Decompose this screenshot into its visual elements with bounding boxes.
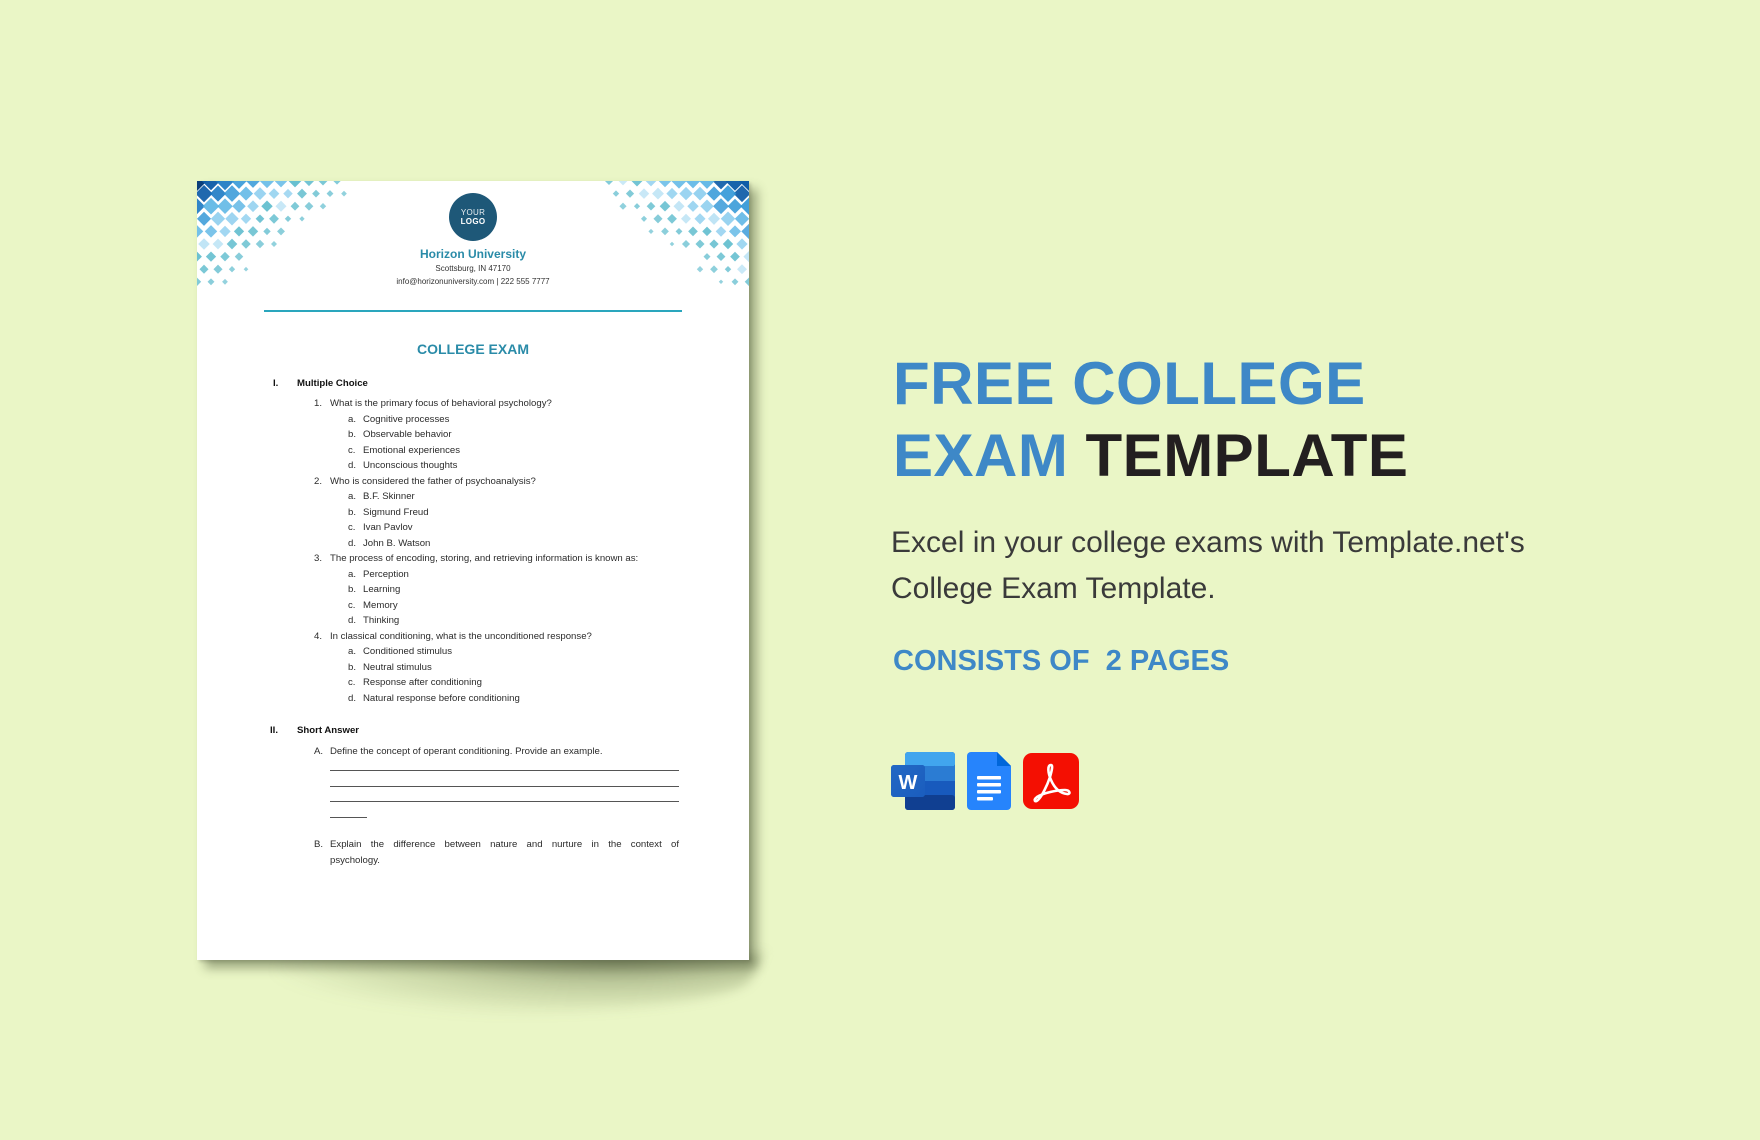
question-number: 1.: [314, 398, 323, 409]
word-icon[interactable]: W: [891, 752, 955, 810]
word-icon-letter: W: [899, 772, 918, 794]
option-letter: d.: [348, 615, 357, 626]
google-docs-icon[interactable]: [967, 752, 1011, 810]
option-text: Observable behavior: [363, 429, 452, 440]
option-letter: b.: [348, 584, 357, 595]
option-letter: d.: [348, 693, 357, 704]
option-text: Response after conditioning: [363, 677, 482, 688]
section-numeral: I.: [273, 378, 279, 389]
option-letter: a.: [348, 646, 357, 657]
answer-line[interactable]: [330, 801, 679, 802]
hero-title: FREE COLLEGE EXAM TEMPLATE: [893, 348, 1408, 492]
hero-description: Excel in your college exams with Templat…: [891, 520, 1651, 612]
paper-cast-shadow: [259, 955, 761, 1015]
question-text-continued: psychology.: [330, 855, 380, 866]
answer-line[interactable]: [330, 817, 367, 818]
exam-body: I. Multiple Choice 1. What is the primar…: [197, 181, 749, 960]
option-text: Learning: [363, 584, 401, 595]
option-letter: c.: [348, 445, 356, 456]
question-number: B.: [314, 839, 324, 850]
option-text: John B. Watson: [363, 538, 431, 549]
option-text: Memory: [363, 600, 398, 611]
option-letter: a.: [348, 569, 357, 580]
option-text: Natural response before conditioning: [363, 693, 520, 704]
question-text: Define the concept of operant conditioni…: [330, 746, 603, 757]
section-title: Short Answer: [297, 725, 360, 736]
option-letter: c.: [348, 600, 356, 611]
option-letter: c.: [348, 522, 356, 533]
hero-title-dark: TEMPLATE: [1085, 422, 1409, 489]
question-text: What is the primary focus of behavioral …: [330, 398, 552, 409]
hero-title-blue-2: EXAM: [893, 422, 1069, 489]
option-letter: b.: [348, 662, 357, 673]
option-text: Neutral stimulus: [363, 662, 432, 673]
option-text: Sigmund Freud: [363, 507, 429, 518]
question-number: A.: [314, 746, 324, 757]
option-letter: b.: [348, 507, 357, 518]
option-text: Ivan Pavlov: [363, 522, 413, 533]
option-text: Thinking: [363, 615, 400, 626]
option-letter: a.: [348, 414, 357, 425]
question-text: The process of encoding, storing, and re…: [330, 553, 639, 564]
question-number: 2.: [314, 476, 323, 487]
pdf-icon[interactable]: [1023, 753, 1079, 809]
section-title: Multiple Choice: [297, 378, 368, 389]
hero-description-line-2: College Exam Template.: [891, 572, 1216, 605]
question-number: 3.: [314, 553, 323, 564]
option-text: Conditioned stimulus: [363, 646, 453, 657]
hero-description-line-1: Excel in your college exams with Templat…: [891, 526, 1525, 559]
hero-title-blue-1: FREE COLLEGE: [893, 350, 1366, 417]
option-text: Unconscious thoughts: [363, 460, 458, 471]
option-letter: d.: [348, 538, 357, 549]
question-text: Explain the difference between nature an…: [330, 839, 679, 850]
option-letter: b.: [348, 429, 357, 440]
format-icons: W: [891, 752, 1079, 810]
option-text: Perception: [363, 569, 409, 580]
answer-line[interactable]: [330, 786, 679, 787]
option-text: Emotional experiences: [363, 445, 461, 456]
option-letter: c.: [348, 677, 356, 688]
answer-line[interactable]: [330, 770, 679, 771]
option-letter: d.: [348, 460, 357, 471]
section-numeral: II.: [270, 725, 278, 736]
document-preview: YOUR LOGO Horizon University Scottsburg,…: [197, 181, 749, 960]
option-text: Cognitive processes: [363, 414, 450, 425]
question-text: Who is considered the father of psychoan…: [330, 476, 536, 487]
option-text: B.F. Skinner: [363, 491, 415, 502]
question-number: 4.: [314, 631, 323, 642]
option-letter: a.: [348, 491, 357, 502]
question-text: In classical conditioning, what is the u…: [330, 631, 592, 642]
page-count-label: CONSISTS OF 2 PAGES: [893, 645, 1230, 677]
